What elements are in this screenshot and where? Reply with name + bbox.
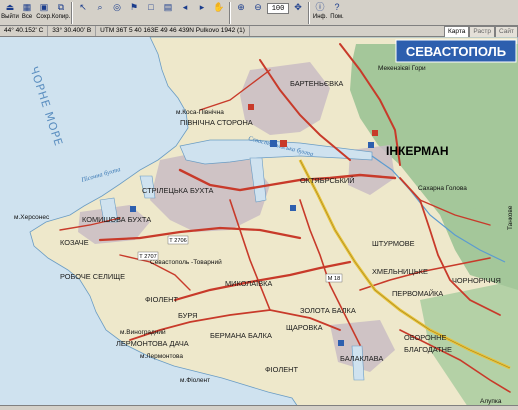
flag-icon: ⚑	[129, 2, 139, 12]
tool-2-button[interactable]: ⌕	[92, 1, 108, 25]
district-label: ФІОЛЕНТ	[145, 295, 178, 304]
toolbar-button-label: Сохр.	[36, 14, 52, 20]
toolbar-separator	[71, 2, 73, 24]
district-label: БУРЯ	[178, 311, 197, 320]
tool-6-button[interactable]: ▤	[160, 1, 176, 25]
toolbar-separator	[308, 2, 310, 24]
district-label: КОЗАЧЕ	[60, 238, 89, 247]
exit-button[interactable]: ⏏ Выйти	[1, 1, 19, 25]
place-label: м.Коса-Північна	[176, 108, 224, 116]
zoom-out-icon: ⊖	[254, 2, 262, 12]
district-label: ЩАРОВКА	[286, 323, 323, 332]
help-icon: ?	[334, 2, 340, 12]
pointer-icon: ↖	[79, 2, 87, 12]
utm-readout: UTM 36T 5 40 163E 49 46 439N Pulkovo 194…	[96, 26, 250, 36]
city-inkerman: ІНКЕРМАН	[386, 144, 449, 158]
all-button[interactable]: ▦ Bce	[19, 1, 35, 25]
map-tabs: Карта Растр Сайт	[444, 25, 518, 37]
square-icon: □	[148, 2, 154, 12]
zoom-field[interactable]	[267, 3, 289, 14]
toolbar-button-label: Выйти	[1, 14, 19, 20]
district-label: БАРТЕНЬЄВКА	[290, 79, 343, 88]
district-label: БАЛАКЛАВА	[340, 354, 383, 363]
tool-9-button[interactable]: ✋	[211, 1, 227, 25]
save-icon: ▣	[39, 2, 49, 12]
toolbar-button-label: Пом.	[330, 14, 344, 20]
toolbar: ⏏ Выйти▦ Bce ▣ Сохр. ⧉ Копир. ↖ ⌕ ◎ ⚑ □ ▤ ◂ ▸ ✋ ⊕ ⊖ ✥ ⓘ Инф.…	[0, 0, 518, 26]
copy-button[interactable]: ⧉ Копир.	[51, 1, 71, 25]
balaklava-bay	[351, 345, 365, 381]
toolbar-button-label: Инф.	[312, 14, 328, 20]
district-label: ХМЕЛЬНИЦЬКЕ	[372, 267, 428, 276]
arrow-left-icon: ◂	[182, 2, 188, 12]
info-icon: ⓘ	[315, 2, 325, 12]
district-label: ЧОРНОРІЧЧЯ	[452, 276, 501, 285]
save-button[interactable]: ▣ Сохр.	[36, 1, 52, 25]
district-label: КОМИШОВА БУХТА	[82, 215, 151, 224]
tab-raster[interactable]: Растр	[469, 25, 495, 37]
district-label: ПЕРВОМАЙКА	[392, 289, 443, 298]
exit-icon: ⏏	[5, 2, 15, 12]
tool-1-button[interactable]: ↖	[75, 1, 91, 25]
tool-7-button[interactable]: ◂	[177, 1, 193, 25]
map-canvas[interactable]: СЕВАСТОПОЛЬ ЧОРНЕ МОРЕ ІНКЕРМАН БАРТЕНЬЄ…	[0, 37, 518, 410]
move-icon: ✥	[294, 2, 302, 12]
district-label: СТРІЛЕЦЬКА БУХТА	[142, 186, 214, 195]
status-bar: 44° 40.152' С 33° 30.400' В UTM 36T 5 40…	[0, 25, 518, 37]
pan-button[interactable]: ✥	[290, 1, 306, 25]
help-button[interactable]: ? Пом.	[329, 1, 345, 25]
zoom-out-button[interactable]: ⊖	[250, 1, 266, 25]
road-number: Т 2706	[169, 238, 186, 244]
place-label: Сахарна Голова	[418, 185, 467, 192]
tool-4-button[interactable]: ⚑	[126, 1, 142, 25]
district-label: ОКТЯБРСЬКИЙ	[300, 176, 355, 185]
toolbar-separator	[229, 2, 231, 24]
latitude-readout: 44° 40.152' С	[0, 26, 49, 36]
district-label: ШТУРМОВЕ	[372, 239, 415, 248]
tool-3-button[interactable]: ◎	[109, 1, 125, 25]
copy-icon: ⧉	[57, 2, 65, 12]
hand-icon: ✋	[213, 2, 225, 12]
info-button[interactable]: ⓘ Инф.	[312, 1, 328, 25]
district-label: РОБОЧЕ СЕЛИЩЕ	[60, 272, 125, 281]
district-label: ЛЕРМОНТОВА ДАЧА	[116, 339, 189, 348]
district-label: ОБОРОННЕ	[404, 333, 446, 342]
longitude-readout: 33° 30.400' В	[48, 26, 97, 36]
grid-icon: ▤	[163, 2, 173, 12]
place-label: Танкове	[507, 205, 514, 230]
toolbar-button-label: Bce	[21, 14, 33, 20]
tool-5-button[interactable]: □	[143, 1, 159, 25]
district-label: БЛАГОДАТНЕ	[404, 345, 452, 354]
arrow-right-icon: ▸	[199, 2, 205, 12]
place-label: м.Виноградний	[120, 328, 166, 336]
road-number: М 18	[328, 276, 340, 282]
district-label: МИКОЛАЇВКА	[225, 279, 272, 288]
bottom-status-strip	[0, 405, 518, 410]
tool-8-button[interactable]: ▸	[194, 1, 210, 25]
place-label: Мекензієві Гори	[378, 64, 426, 72]
district-label: ФІОЛЕНТ	[265, 365, 298, 374]
place-label: м.Херсонес	[14, 214, 50, 221]
place-label: Севастополь -Товарний	[150, 258, 222, 266]
district-label: ПІВНІЧНА СТОРОНА	[180, 118, 253, 127]
road-number: Т 2707	[139, 254, 156, 260]
zoom-icon: ⊕	[237, 2, 245, 12]
magnifier-icon: ⌕	[97, 2, 103, 12]
map-title: СЕВАСТОПОЛЬ	[406, 44, 506, 59]
layers-icon: ▦	[22, 2, 32, 12]
zoom-in-button[interactable]: ⊕	[233, 1, 249, 25]
toolbar-button-label: Копир.	[51, 14, 71, 20]
place-label: Алупка	[480, 398, 502, 405]
place-label: м.Фіолент	[180, 376, 210, 384]
tab-site[interactable]: Сайт	[495, 25, 518, 37]
district-label: ЗОЛОТА БАЛКА	[300, 306, 356, 315]
target-icon: ◎	[113, 2, 121, 12]
place-label: м.Лермонтова	[140, 353, 183, 360]
district-label: БЕРМАНА БАЛКА	[210, 331, 272, 340]
tab-map[interactable]: Карта	[444, 25, 470, 37]
map-viewport[interactable]: СЕВАСТОПОЛЬ ЧОРНЕ МОРЕ ІНКЕРМАН БАРТЕНЬЄ…	[0, 37, 518, 410]
